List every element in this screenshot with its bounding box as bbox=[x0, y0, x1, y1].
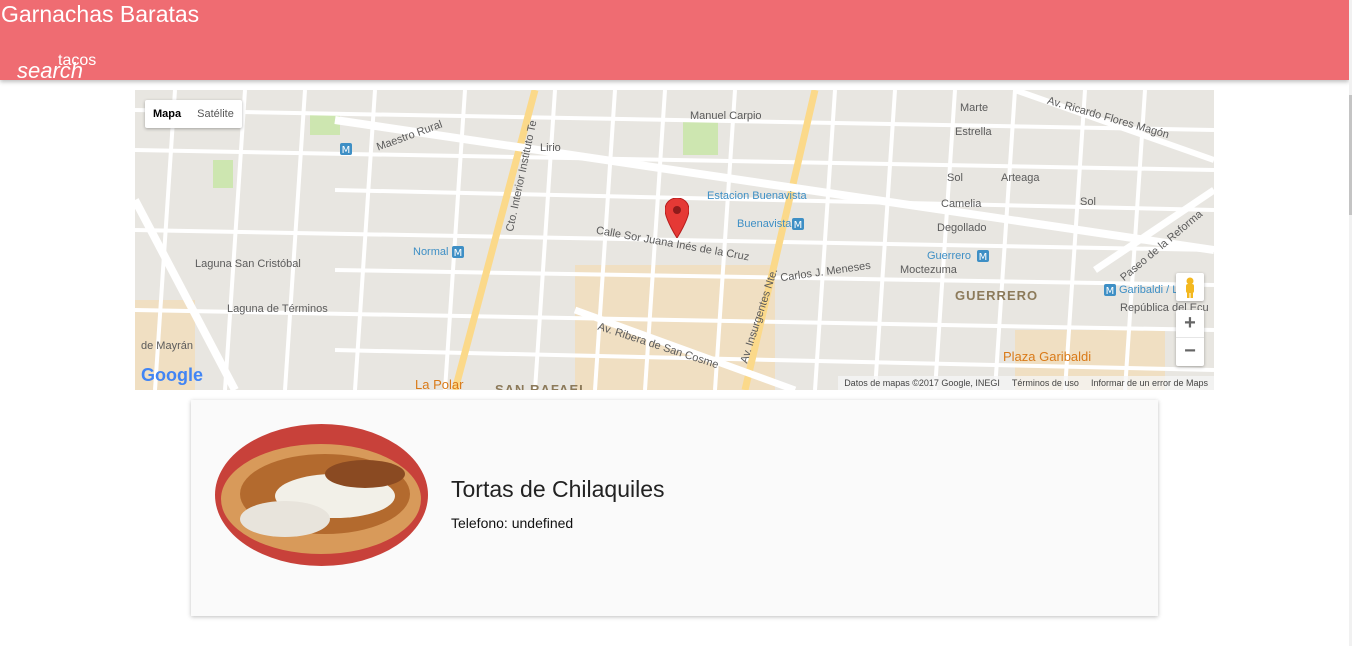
restaurant-phone: Telefono: undefined bbox=[451, 515, 573, 531]
map-label: Manuel Carpio bbox=[690, 110, 762, 122]
svg-text:M: M bbox=[342, 145, 351, 155]
terms-link[interactable]: Términos de uso bbox=[1012, 376, 1079, 390]
map-label: de Mayrán bbox=[141, 340, 193, 352]
map-type-satellite[interactable]: Satélite bbox=[189, 100, 242, 128]
map-label: Normal bbox=[413, 246, 449, 258]
svg-text:M: M bbox=[454, 248, 463, 258]
map-label: Estacion Buenavista bbox=[707, 190, 807, 202]
map-label: Degollado bbox=[937, 222, 987, 234]
restaurant-name: Tortas de Chilaquiles bbox=[451, 476, 665, 502]
google-logo-text: Google bbox=[141, 365, 203, 385]
google-logo: Google bbox=[141, 365, 203, 386]
app-title: Garnachas Baratas bbox=[1, 1, 200, 27]
app-header: Garnachas Baratas search bbox=[0, 0, 1349, 83]
map-label: Camelia bbox=[941, 198, 982, 210]
restaurant-card[interactable]: Tortas de Chilaquiles Telefono: undefine… bbox=[191, 400, 1158, 616]
map-label: Guerrero bbox=[927, 250, 972, 262]
report-error-link[interactable]: Informar de un error de Maps bbox=[1091, 376, 1208, 390]
location-pin-icon[interactable] bbox=[665, 198, 689, 238]
food-image bbox=[215, 424, 428, 566]
metro-icon: M bbox=[340, 143, 352, 155]
metro-icon: M bbox=[1104, 284, 1116, 296]
search-bar: search bbox=[17, 51, 258, 83]
phone-value: undefined bbox=[511, 515, 574, 531]
phone-label: Telefono: bbox=[451, 515, 508, 531]
map-label: Buenavista bbox=[737, 218, 792, 230]
map-label: GUERRERO bbox=[955, 288, 1039, 303]
map-label: Arteaga bbox=[1001, 172, 1040, 184]
search-input[interactable] bbox=[58, 51, 258, 71]
svg-text:M: M bbox=[1106, 286, 1115, 296]
map-type-mapa[interactable]: Mapa bbox=[145, 100, 189, 128]
map-label: Garibaldi / L bbox=[1119, 284, 1179, 296]
zoom-control: + − bbox=[1176, 310, 1204, 366]
map-label: Moctezuma bbox=[900, 264, 957, 276]
metro-icon: M bbox=[977, 250, 989, 262]
map-view[interactable]: Mapa Satélite Manuel Carpio Maestro Rura… bbox=[135, 90, 1214, 390]
svg-text:M: M bbox=[794, 220, 803, 230]
metro-icon: M bbox=[452, 246, 464, 258]
zoom-in-button[interactable]: + bbox=[1176, 310, 1204, 338]
map-label: Sol bbox=[1080, 196, 1096, 208]
zoom-out-button[interactable]: − bbox=[1176, 338, 1204, 366]
map-type-control: Mapa Satélite bbox=[145, 100, 242, 128]
food-photo bbox=[215, 424, 428, 566]
svg-text:M: M bbox=[979, 252, 988, 262]
map-label: SAN RAFAEL bbox=[495, 382, 589, 390]
pegman-icon bbox=[1186, 277, 1194, 298]
map-label: Laguna de Términos bbox=[227, 303, 328, 315]
map-label: Estrella bbox=[955, 126, 992, 138]
map-label: Lirio bbox=[540, 142, 561, 154]
map-label: La Polar bbox=[415, 377, 464, 390]
map-label: Marte bbox=[960, 102, 989, 114]
map-label: Laguna San Cristóbal bbox=[195, 258, 301, 270]
map-attribution: Datos de mapas ©2017 Google, INEGI Térmi… bbox=[838, 376, 1214, 390]
street-view-pegman[interactable] bbox=[1176, 273, 1204, 301]
map-label: Plaza Garibaldi bbox=[1003, 349, 1092, 364]
map-label: Sol bbox=[947, 172, 963, 184]
metro-icon: M bbox=[792, 218, 804, 230]
attribution-text: Datos de mapas ©2017 Google, INEGI bbox=[844, 378, 1000, 388]
